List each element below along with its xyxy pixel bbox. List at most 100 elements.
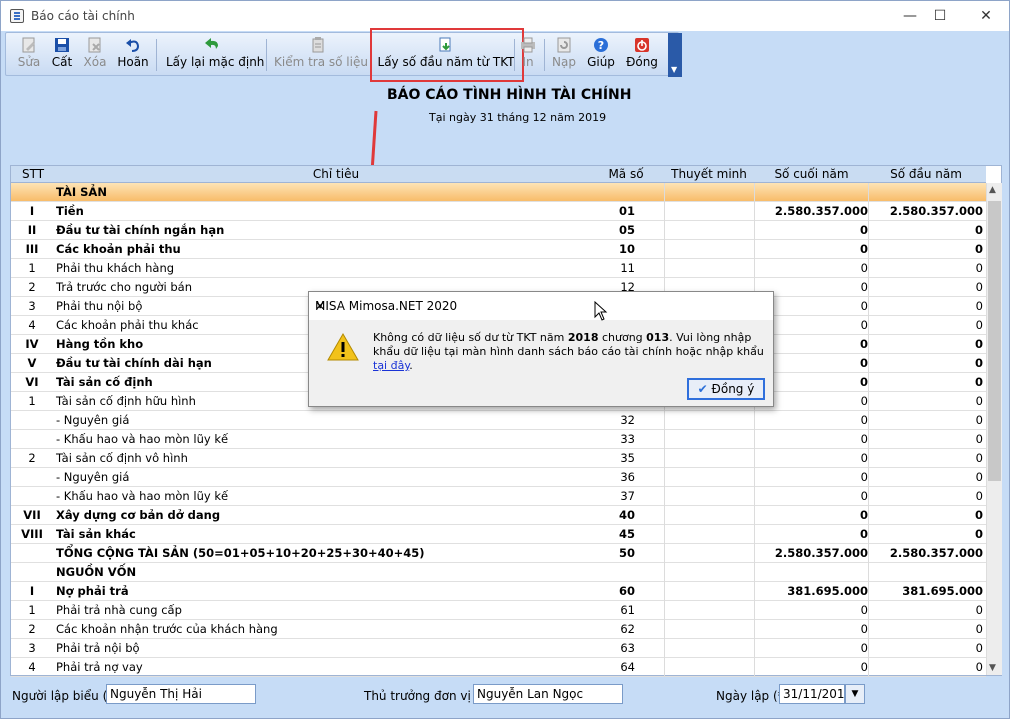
cell-code[interactable]: 40: [571, 508, 635, 522]
table-row[interactable]: III Các khoản phải thu 10 0 0: [11, 240, 986, 259]
cell-notes[interactable]: [664, 525, 754, 544]
cell-stt[interactable]: VIII: [11, 527, 53, 541]
cell-year-start[interactable]: 0: [871, 489, 983, 503]
table-row[interactable]: 2 Tài sản cố định vô hình 35 0 0: [11, 449, 986, 468]
toolbar-overflow-button[interactable]: ▼: [668, 33, 682, 77]
cell-indicator[interactable]: Đầu tư tài chính ngắn hạn: [56, 223, 616, 237]
cell-stt[interactable]: 4: [11, 660, 53, 674]
cell-year-end[interactable]: 0: [755, 527, 868, 541]
cell-notes[interactable]: [664, 506, 754, 525]
cell-stt[interactable]: V: [11, 356, 53, 370]
column-header-indicator[interactable]: Chỉ tiêu: [56, 167, 616, 181]
cell-notes[interactable]: [664, 221, 754, 240]
cell-code[interactable]: 63: [571, 641, 635, 655]
cell-indicator[interactable]: Tài sản cố định vô hình: [56, 451, 616, 465]
cell-indicator[interactable]: Xây dựng cơ bản dở dang: [56, 508, 616, 522]
cell-code[interactable]: 62: [571, 622, 635, 636]
cell-stt[interactable]: 1: [11, 394, 53, 408]
cell-indicator[interactable]: Phải trả nợ vay: [56, 660, 616, 674]
cell-year-end[interactable]: 0: [755, 242, 868, 256]
close-window-button[interactable]: ✕: [973, 5, 999, 27]
cell-year-start[interactable]: 0: [871, 527, 983, 541]
cell-code[interactable]: 33: [571, 432, 635, 446]
check-data-button[interactable]: Kiểm tra số liệu: [274, 33, 368, 77]
cell-year-start[interactable]: 0: [871, 432, 983, 446]
ok-button[interactable]: ✔ Đồng ý: [687, 378, 765, 400]
cell-indicator[interactable]: Phải trả nội bộ: [56, 641, 616, 655]
cell-year-start[interactable]: 0: [871, 299, 983, 313]
cell-year-start[interactable]: 0: [871, 603, 983, 617]
cell-indicator[interactable]: Phải thu khách hàng: [56, 261, 616, 275]
cell-stt[interactable]: III: [11, 242, 53, 256]
cell-notes[interactable]: [664, 601, 754, 620]
cell-code[interactable]: 10: [571, 242, 635, 256]
cell-notes[interactable]: [664, 620, 754, 639]
date-dropdown-button[interactable]: ▼: [845, 684, 865, 704]
cancel-button[interactable]: Hoãn: [116, 33, 150, 77]
vertical-scrollbar[interactable]: ▲ ▼: [986, 183, 1002, 675]
cell-year-start[interactable]: 381.695.000: [871, 584, 983, 598]
cell-stt[interactable]: 3: [11, 299, 53, 313]
cell-indicator[interactable]: - Nguyên giá: [56, 413, 616, 427]
cell-stt[interactable]: 3: [11, 641, 53, 655]
cell-indicator[interactable]: Các khoản phải thu: [56, 242, 616, 256]
cell-year-start[interactable]: 0: [871, 223, 983, 237]
dialog-close-icon[interactable]: ✕: [315, 299, 765, 313]
cell-indicator[interactable]: - Khấu hao và hao mòn lũy kế: [56, 489, 616, 503]
table-row[interactable]: 1 Phải thu khách hàng 11 0 0: [11, 259, 986, 278]
cell-indicator[interactable]: Nợ phải trả: [56, 584, 616, 598]
delete-button[interactable]: Xóa: [80, 33, 110, 77]
cell-notes[interactable]: [664, 544, 754, 563]
cell-notes[interactable]: [664, 658, 754, 677]
import-here-link[interactable]: tại đây: [373, 359, 409, 372]
cell-indicator[interactable]: Phải trả nhà cung cấp: [56, 603, 616, 617]
column-header-year-start[interactable]: Số đầu năm: [869, 167, 983, 181]
cell-year-end[interactable]: 2.580.357.000: [755, 546, 868, 560]
cell-indicator[interactable]: NGUỒN VỐN: [56, 565, 616, 579]
cell-notes[interactable]: [664, 430, 754, 449]
cell-notes[interactable]: [664, 259, 754, 278]
cell-notes[interactable]: [664, 449, 754, 468]
cell-year-start[interactable]: 0: [871, 337, 983, 351]
table-row[interactable]: II Đầu tư tài chính ngắn hạn 05 0 0: [11, 221, 986, 240]
cell-indicator[interactable]: - Nguyên giá: [56, 470, 616, 484]
cell-year-start[interactable]: 0: [871, 375, 983, 389]
cell-stt[interactable]: 4: [11, 318, 53, 332]
cell-notes[interactable]: [664, 639, 754, 658]
table-row[interactable]: - Nguyên giá 32 0 0: [11, 411, 986, 430]
cell-year-start[interactable]: 2.580.357.000: [871, 546, 983, 560]
help-button[interactable]: ? Giúp: [586, 33, 616, 77]
cell-notes[interactable]: [664, 582, 754, 601]
cell-code[interactable]: 64: [571, 660, 635, 674]
column-header-stt[interactable]: STT: [11, 167, 55, 181]
cell-stt[interactable]: 2: [11, 622, 53, 636]
cell-year-start[interactable]: 0: [871, 470, 983, 484]
preparer-field[interactable]: Nguyễn Thị Hải: [106, 684, 256, 704]
table-row[interactable]: 2 Các khoản nhận trước của khách hàng 62 0 0: [11, 620, 986, 639]
cell-code[interactable]: 35: [571, 451, 635, 465]
cell-year-end[interactable]: 381.695.000: [755, 584, 868, 598]
edit-button[interactable]: Sửa: [12, 33, 46, 77]
cell-indicator[interactable]: Tài sản khác: [56, 527, 616, 541]
scroll-down-icon[interactable]: ▼: [989, 663, 996, 673]
reload-button[interactable]: Nạp: [550, 33, 578, 77]
cell-indicator[interactable]: Tiền: [56, 204, 616, 218]
print-button[interactable]: In: [518, 33, 538, 77]
cell-code[interactable]: 60: [571, 584, 635, 598]
table-row[interactable]: 4 Phải trả nợ vay 64 0 0: [11, 658, 986, 677]
cell-year-end[interactable]: 0: [755, 508, 868, 522]
cell-notes[interactable]: [664, 202, 754, 221]
table-row[interactable]: - Khấu hao và hao mòn lũy kế 33 0 0: [11, 430, 986, 449]
cell-year-start[interactable]: 0: [871, 318, 983, 332]
cell-year-start[interactable]: 0: [871, 508, 983, 522]
maximize-button[interactable]: ☐: [927, 5, 953, 27]
cell-code[interactable]: 45: [571, 527, 635, 541]
cell-year-end[interactable]: 0: [755, 261, 868, 275]
table-row[interactable]: I Nợ phải trả 60 381.695.000 381.695.000: [11, 582, 986, 601]
column-header-year-end[interactable]: Số cuối năm: [755, 167, 868, 181]
cell-year-start[interactable]: 0: [871, 394, 983, 408]
table-row[interactable]: - Nguyên giá 36 0 0: [11, 468, 986, 487]
cell-code[interactable]: 36: [571, 470, 635, 484]
column-header-code[interactable]: Mã số: [601, 167, 651, 181]
cell-code[interactable]: 61: [571, 603, 635, 617]
